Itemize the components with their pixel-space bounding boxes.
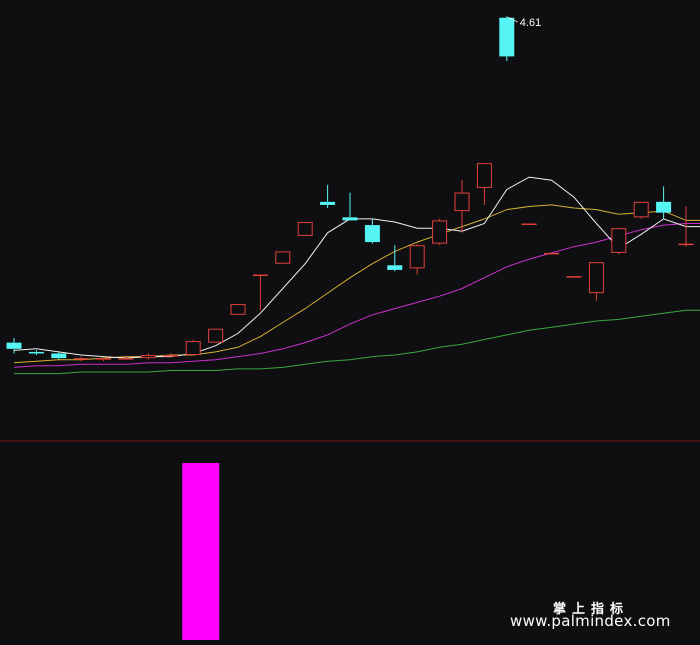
candle-body-up	[611, 228, 627, 253]
candle-body-down	[6, 342, 22, 349]
ma20-line	[13, 223, 700, 368]
candle-body-down	[499, 17, 515, 57]
candle-body-up	[409, 245, 425, 269]
candle-body-up	[73, 358, 89, 360]
candle-body-up	[476, 163, 492, 188]
indicator-panel	[182, 463, 220, 640]
candle-body-up	[297, 221, 313, 236]
candle-body-down	[387, 265, 403, 270]
candle-body-up	[140, 355, 156, 359]
candle-body-up	[454, 192, 470, 212]
candle-body-up	[163, 355, 179, 357]
candle-body-up	[678, 243, 694, 246]
candle-body-down	[320, 201, 336, 205]
candle-body-up	[633, 201, 649, 218]
candle-body-down	[51, 353, 67, 359]
candles	[6, 16, 694, 362]
candle-body-up	[588, 262, 604, 294]
candle-body-up	[208, 328, 224, 343]
candle-body-up	[185, 341, 201, 356]
candle-body-down	[28, 351, 44, 354]
candle-body-up	[566, 276, 582, 278]
candle-body-up	[118, 358, 134, 360]
chart-canvas: 4.61 掌上指标 www.palmindex.com	[0, 0, 700, 645]
candle-body-up	[544, 252, 560, 255]
candle-body-up	[96, 358, 112, 360]
signal-bar	[182, 463, 220, 640]
candle-body-down	[342, 217, 358, 221]
candlestick-chart: 4.61	[0, 16, 700, 640]
candle-body-down	[656, 201, 672, 213]
candle-body-up	[521, 223, 537, 226]
candle-body-down	[364, 225, 380, 243]
peak-price-label: 4.61	[520, 17, 541, 29]
candle-body-up	[230, 303, 246, 315]
candle-body-up	[252, 274, 268, 277]
candle-body-up	[275, 251, 291, 264]
candle-body-up	[432, 220, 448, 244]
watermark-url: www.palmindex.com	[510, 612, 671, 630]
